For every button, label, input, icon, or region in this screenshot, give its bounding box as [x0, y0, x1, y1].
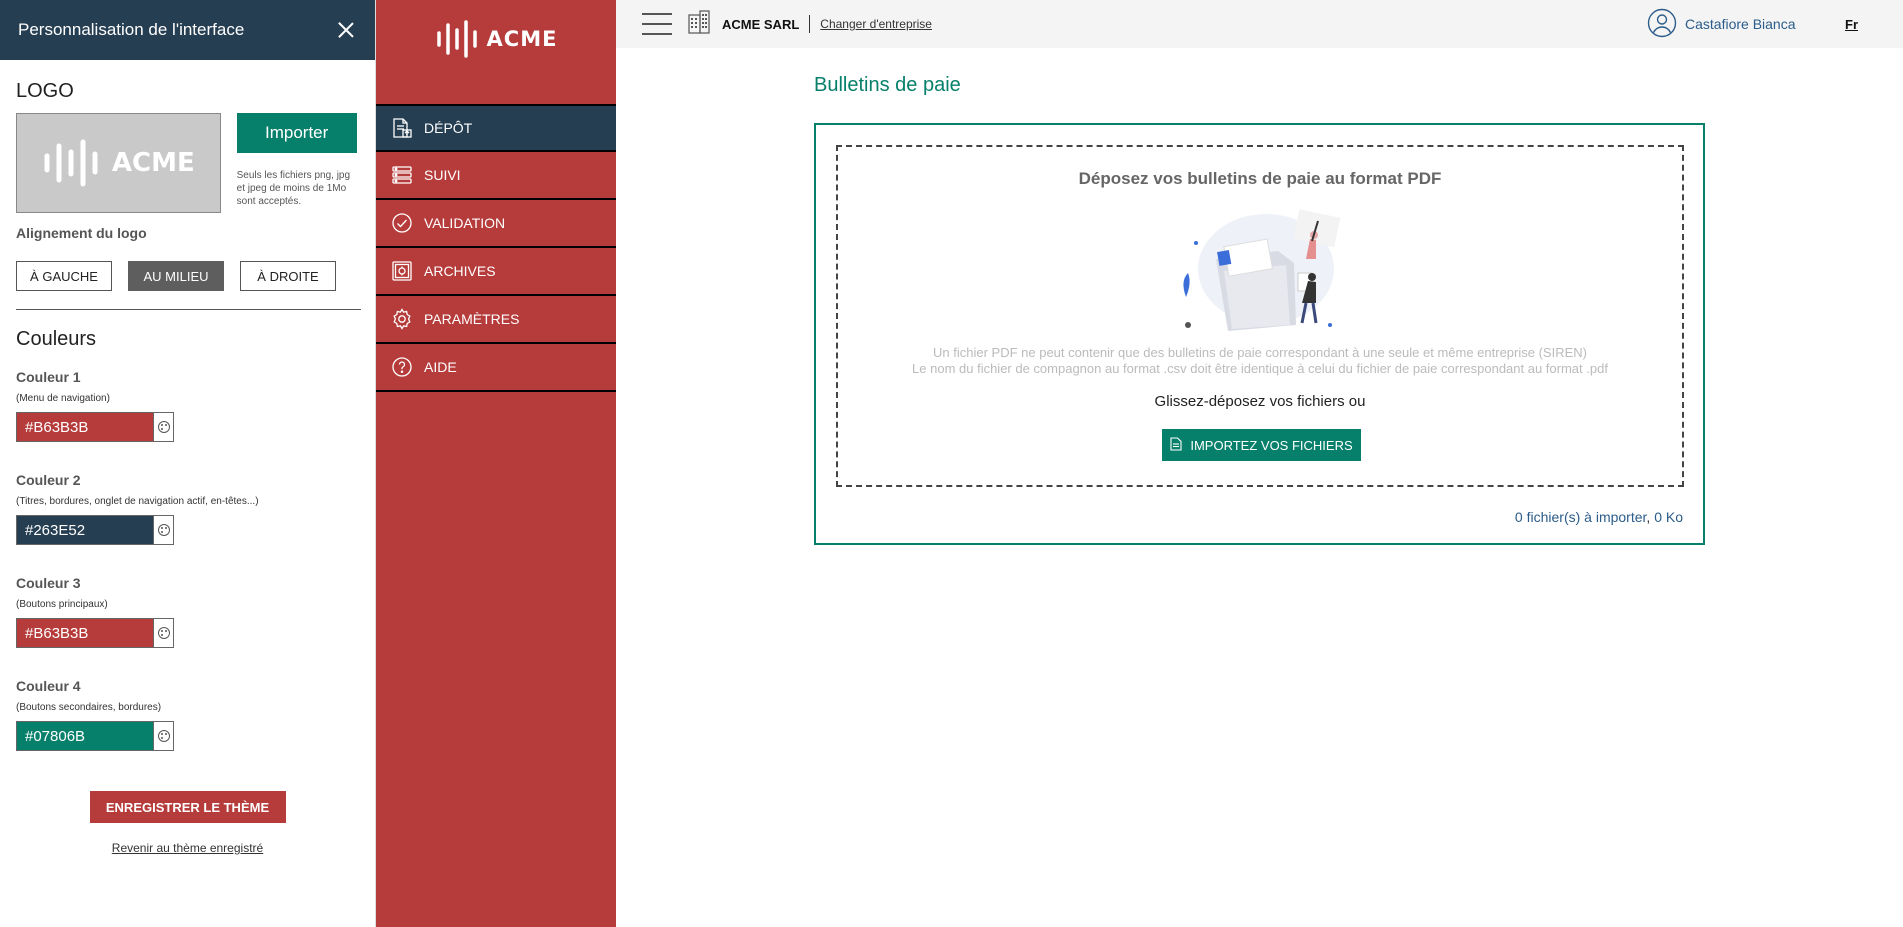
check-circle-icon — [390, 211, 414, 235]
color-picker-icon[interactable] — [153, 516, 173, 544]
nav-item-validation[interactable]: VALIDATION — [376, 200, 616, 248]
upload-illustration — [1183, 209, 1341, 331]
nav-logo-word: ACME — [486, 27, 558, 51]
nav-item-archives[interactable]: ARCHIVES — [376, 248, 616, 296]
file-icon — [1170, 436, 1182, 454]
color-1-field[interactable]: #B63B3B — [16, 412, 174, 442]
company-name: ACME SARL — [722, 16, 800, 32]
color-4-description: (Boutons secondaires, bordures) — [16, 702, 162, 713]
customization-panel: Personnalisation de l'interface LOGO ACM… — [0, 0, 376, 927]
gear-icon — [390, 307, 414, 331]
panel-title: Personnalisation de l'interface — [18, 20, 245, 39]
save-theme-button[interactable]: ENREGISTRER LE THÈME — [89, 791, 286, 823]
color-2-label: Couleur 2 — [16, 472, 81, 488]
color-3-field[interactable]: #B63B3B — [16, 618, 174, 648]
customization-panel-header: Personnalisation de l'interface — [0, 0, 375, 60]
import-hint: Seuls les fichiers png, jpg et jpeg de m… — [236, 170, 351, 207]
import-files-button[interactable]: IMPORTEZ VOS FICHIERS — [1162, 429, 1361, 461]
color-2-description: (Titres, bordures, onglet de navigation … — [16, 496, 259, 507]
help-icon — [390, 355, 414, 379]
dropzone-note-line2: Le nom du fichier de compagnon au format… — [912, 361, 1608, 376]
nav-item-parametres[interactable]: PARAMÈTRES — [376, 296, 616, 344]
revert-theme-link[interactable]: Revenir au thème enregistré — [16, 841, 359, 855]
color-2-group: Couleur 2 (Titres, bordures, onglet de n… — [16, 472, 359, 545]
color-3-group: Couleur 3 (Boutons principaux) #B63B3B — [16, 575, 359, 648]
color-1-description: (Menu de navigation) — [16, 393, 110, 404]
color-1-value[interactable]: #B63B3B — [17, 413, 153, 441]
logo-alignment-label: Alignement du logo — [16, 225, 147, 241]
dropzone-note-line1: Un fichier PDF ne peut contenir que des … — [933, 345, 1587, 360]
logo-preview-word: ACME — [111, 148, 195, 178]
color-3-label: Couleur 3 — [16, 575, 81, 591]
color-2-field[interactable]: #263E52 — [16, 515, 174, 545]
building-icon — [686, 9, 712, 39]
user-avatar-icon — [1647, 8, 1677, 41]
color-4-field[interactable]: #07806B — [16, 721, 174, 751]
file-count-text: 0 fichier(s) à importer — [1514, 509, 1647, 525]
language-switch[interactable]: Fr — [1845, 17, 1858, 32]
document-upload-icon — [390, 116, 414, 140]
nav-item-label: AIDE — [424, 359, 457, 375]
color-picker-icon[interactable] — [153, 413, 173, 441]
divider — [16, 309, 361, 310]
nav-logo[interactable]: ACME — [376, 0, 616, 78]
import-files-label: IMPORTEZ VOS FICHIERS — [1190, 437, 1353, 453]
sidebar-navigation: ACME DÉPÔT SUIVI VALIDATION ARCHIVES PAR… — [376, 0, 616, 927]
user-name: Castafiore Bianca — [1685, 16, 1796, 32]
dropzone-title: Déposez vos bulletins de paie au format … — [1078, 169, 1442, 188]
color-2-value[interactable]: #263E52 — [17, 516, 153, 544]
nav-item-label: ARCHIVES — [424, 263, 496, 279]
color-1-group: Couleur 1 (Menu de navigation) #B63B3B — [16, 369, 359, 442]
align-center-button[interactable]: AU MILIEU — [128, 261, 224, 291]
logo-bars-icon — [436, 20, 477, 58]
change-company-link[interactable]: Changer d'entreprise — [820, 17, 932, 31]
nav-item-label: PARAMÈTRES — [424, 311, 520, 327]
nav-item-label: SUIVI — [424, 167, 461, 183]
align-right-button[interactable]: À DROITE — [240, 261, 336, 291]
nav-item-suivi[interactable]: SUIVI — [376, 152, 616, 200]
page-title: Bulletins de paie — [814, 74, 961, 96]
list-icon — [390, 163, 414, 187]
nav-item-depot[interactable]: DÉPÔT — [376, 104, 616, 152]
logo-heading: LOGO — [16, 80, 74, 102]
drag-drop-text: Glissez-déposez vos fichiers ou — [1154, 393, 1366, 410]
file-size-text: 0 Ko — [1654, 509, 1683, 525]
file-counter: 0 fichier(s) à importer, 0 Ko — [1515, 509, 1683, 525]
color-4-label: Couleur 4 — [16, 678, 81, 694]
dropzone-note: Un fichier PDF ne peut contenir que des … — [838, 345, 1682, 377]
align-left-button[interactable]: À GAUCHE — [16, 261, 112, 291]
color-3-value[interactable]: #B63B3B — [17, 619, 153, 647]
hamburger-menu-icon[interactable] — [642, 13, 672, 35]
logo-alignment-options: À GAUCHE AU MILIEU À DROITE — [16, 261, 359, 291]
color-4-group: Couleur 4 (Boutons secondaires, bordures… — [16, 678, 359, 751]
nav-item-aide[interactable]: AIDE — [376, 344, 616, 392]
top-bar: ACME SARL Changer d'entreprise Castafior… — [616, 0, 1903, 48]
safe-icon — [390, 259, 414, 283]
import-logo-button[interactable]: Importer — [236, 113, 357, 153]
colors-heading: Couleurs — [16, 328, 97, 350]
file-dropzone[interactable]: Déposez vos bulletins de paie au format … — [836, 145, 1684, 487]
color-4-value[interactable]: #07806B — [17, 722, 153, 750]
logo-bars-icon — [44, 139, 98, 187]
divider — [809, 15, 811, 33]
color-1-label: Couleur 1 — [16, 369, 81, 385]
color-3-description: (Boutons principaux) — [16, 599, 108, 610]
logo-preview: ACME — [16, 113, 221, 213]
color-picker-icon[interactable] — [153, 619, 173, 647]
upload-card: Déposez vos bulletins de paie au format … — [814, 123, 1705, 545]
nav-item-label: DÉPÔT — [424, 120, 473, 136]
close-icon[interactable] — [335, 19, 357, 41]
user-menu[interactable]: Castafiore Bianca — [1647, 8, 1796, 41]
nav-item-label: VALIDATION — [424, 215, 506, 231]
color-picker-icon[interactable] — [153, 722, 173, 750]
